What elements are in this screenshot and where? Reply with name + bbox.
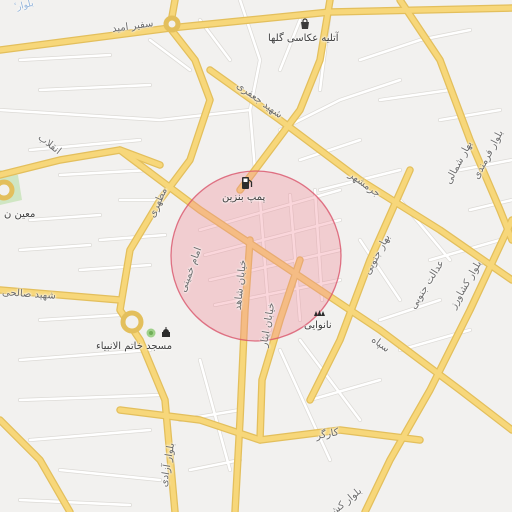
shopping-bag-icon — [301, 18, 309, 29]
poi-label-masjed[interactable]: مسجد خاتم الانبیاء — [96, 342, 172, 352]
poi-label-nanvaei[interactable]: نانوایی — [304, 321, 332, 331]
park-icon — [146, 328, 156, 338]
mosque-icon[interactable] — [160, 326, 172, 338]
bakery-icon[interactable] — [313, 308, 325, 318]
street-network — [0, 0, 512, 512]
poi-label-atelier[interactable]: آتلیه عکاسی گلها — [268, 34, 339, 44]
fuel-pump-icon[interactable] — [241, 176, 253, 190]
map-view[interactable]: سفیر امید آتلیه عکاسی گلها شهید جعفری ان… — [0, 0, 512, 512]
poi-label-pump-benzin[interactable]: پمپ بنزین — [222, 193, 265, 203]
poi-label-moin: معین ن — [4, 209, 36, 220]
